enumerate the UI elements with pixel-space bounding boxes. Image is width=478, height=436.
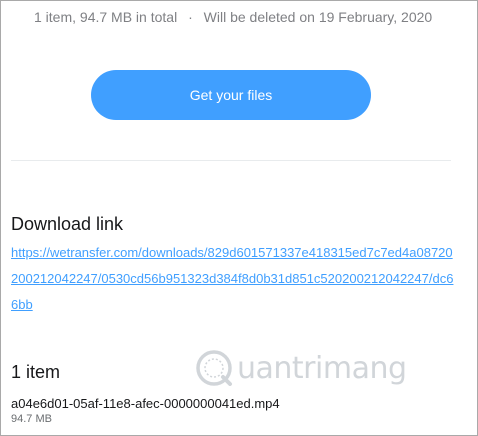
quantrimang-logo-icon — [196, 350, 232, 386]
transfer-panel: 1 item, 94.7 MB in total · Will be delet… — [0, 0, 478, 436]
items-heading: 1 item — [11, 362, 61, 382]
transfer-summary: 1 item, 94.7 MB in total · Will be delet… — [34, 9, 432, 25]
download-link[interactable]: https://wetransfer.com/downloads/829d601… — [11, 240, 459, 318]
deletion-notice: Will be deleted on 19 February, 2020 — [203, 9, 433, 25]
watermark-text: uantrimang — [237, 350, 407, 386]
get-your-files-button[interactable]: Get your files — [91, 70, 371, 120]
section-divider — [11, 160, 451, 161]
file-name: a04e6d01-05af-11e8-afec-0000000041ed.mp4 — [11, 396, 280, 411]
items-total-text: 1 item, 94.7 MB in total — [34, 9, 178, 25]
file-size: 94.7 MB — [11, 413, 52, 425]
separator-dot: · — [188, 9, 193, 25]
download-link-heading: Download link — [11, 214, 124, 234]
watermark: uantrimang — [195, 349, 407, 387]
